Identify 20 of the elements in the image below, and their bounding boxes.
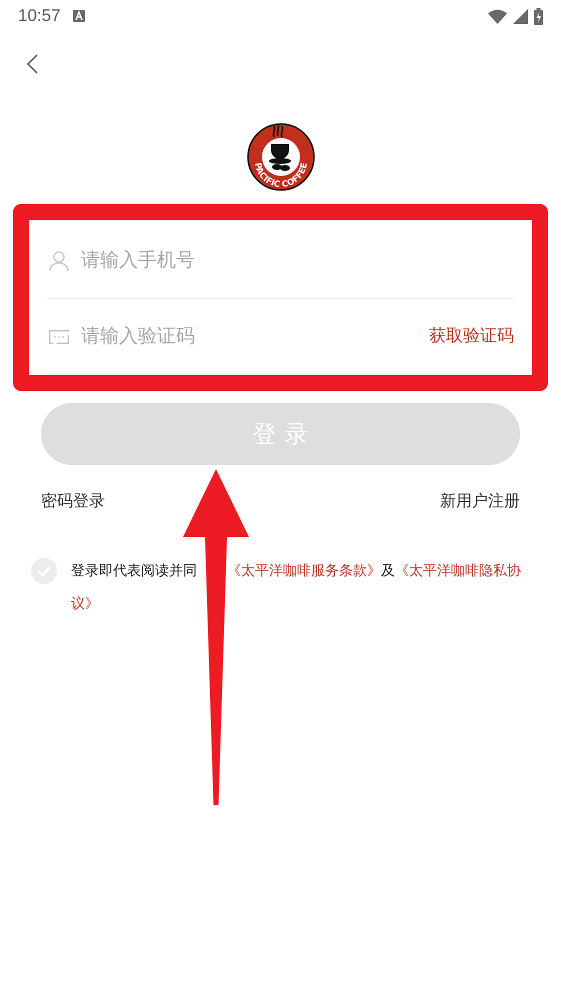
keyboard-icon bbox=[49, 330, 69, 344]
input-field[interactable]: 请输入验证码 获取验证码 bbox=[47, 299, 514, 375]
and-text: 及 bbox=[381, 563, 395, 579]
placeholder-text: 请输入手机号 bbox=[81, 248, 195, 274]
privacy-link[interactable]: 议》 bbox=[71, 596, 99, 612]
notification-icon bbox=[72, 10, 85, 22]
agreement-text: 登录即代表阅读并同 《太平洋咖啡服务条款》及《太平洋咖啡隐私协 议》 bbox=[71, 562, 521, 614]
clock-time: 10:57 bbox=[18, 5, 61, 28]
privacy-link[interactable]: 《太平洋咖啡隐私协 bbox=[395, 563, 521, 579]
battery-icon bbox=[534, 8, 543, 24]
get-code-button[interactable]: 获取验证码 bbox=[429, 324, 514, 350]
register-link[interactable]: 新用户注册 bbox=[440, 489, 520, 513]
password-login-link[interactable]: 密码登录 bbox=[41, 489, 105, 513]
chevron-left-icon bbox=[26, 54, 38, 74]
signal-icon bbox=[513, 8, 528, 24]
terms-link[interactable]: 《太平洋咖啡服务条款》 bbox=[227, 563, 381, 579]
wifi-icon bbox=[488, 8, 507, 24]
back-button[interactable] bbox=[24, 52, 40, 76]
placeholder-text: 请输入验证码 bbox=[81, 324, 195, 350]
person-icon bbox=[49, 250, 69, 272]
